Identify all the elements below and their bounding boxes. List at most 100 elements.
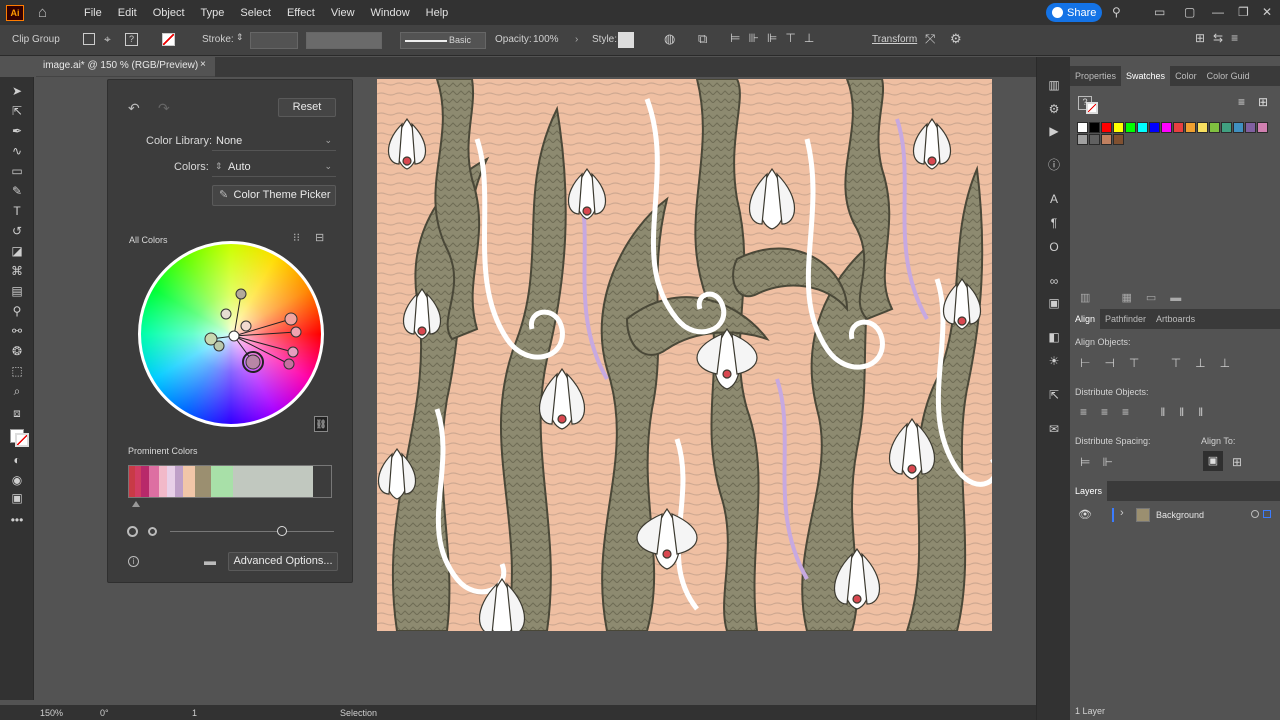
color-theme-picker-button[interactable]: ✎ Color Theme Picker (212, 185, 336, 206)
comments-icon[interactable]: ✉ (1046, 421, 1062, 437)
prominent-color-swatch[interactable] (175, 466, 183, 497)
arrange-documents-icon[interactable]: ▭ (1154, 5, 1165, 19)
stroke-swatch-icon[interactable] (1086, 102, 1098, 114)
character-icon[interactable]: A (1046, 191, 1062, 207)
color-swatch[interactable] (1161, 122, 1172, 133)
selection-tool-icon[interactable]: ➤ (9, 83, 25, 99)
default-colors-icon[interactable]: ⧈ (9, 405, 25, 421)
more-tools-icon[interactable]: ••• (9, 512, 25, 528)
grid-view-icon[interactable]: ⊞ (1258, 95, 1268, 109)
prominent-colors-bar[interactable] (128, 465, 332, 498)
tab-pathfinder[interactable]: Pathfinder (1100, 314, 1151, 324)
info-panel-icon[interactable]: ⓘ (1046, 157, 1062, 173)
menu-help[interactable]: Help (418, 7, 457, 19)
style-swatch[interactable] (618, 32, 634, 48)
fill-none-icon[interactable]: ? (125, 33, 138, 46)
stroke-weight-field[interactable] (250, 32, 298, 49)
document-tab[interactable]: image.ai* @ 150 % (RGB/Preview) × (36, 57, 215, 77)
color-modes-icon[interactable]: ◐ (9, 452, 25, 468)
minimize-icon[interactable]: — (1212, 5, 1224, 19)
distribute-spacing-icons[interactable]: ⊨⊩ (1080, 455, 1125, 469)
list-view-icon[interactable]: ≡ (1238, 95, 1245, 109)
color-swatch[interactable] (1209, 122, 1220, 133)
color-swatch[interactable] (1233, 122, 1244, 133)
colors-dropdown[interactable]: ⇕ Auto ⌄ (212, 159, 336, 177)
rotate-tool-icon[interactable]: ↺ (9, 223, 25, 239)
prominent-color-swatch[interactable] (183, 466, 195, 497)
color-swatch[interactable] (1101, 134, 1112, 145)
tab-layers[interactable]: Layers (1070, 481, 1108, 501)
direct-selection-tool-icon[interactable]: ⇱ (9, 103, 25, 119)
play-action-icon[interactable]: ▶ (1046, 123, 1062, 139)
close-tab-icon[interactable]: × (200, 59, 206, 70)
display-mode-icon[interactable]: ⊟ (315, 231, 324, 244)
color-swatch[interactable] (1245, 122, 1256, 133)
crosshair-icon[interactable]: ⌖ (104, 32, 111, 47)
zoom-level[interactable]: 150% (40, 708, 63, 718)
advanced-options-button[interactable]: Advanced Options... (228, 552, 338, 571)
distribute-objects-icons[interactable]: ≡≡≡ ‖‖‖ (1080, 405, 1217, 419)
expand-layer-icon[interactable]: › (1120, 507, 1124, 519)
menu-effect[interactable]: Effect (279, 7, 323, 19)
align-to-selection-icon[interactable]: ▣ (1203, 451, 1223, 471)
libraries-icon[interactable]: ▥ (1046, 77, 1062, 93)
brightness-slider-track[interactable] (170, 531, 334, 532)
menu-file[interactable]: File (76, 7, 110, 19)
asset-export-icon[interactable]: ▣ (1046, 295, 1062, 311)
artboard-number[interactable]: 1 (192, 708, 197, 718)
tab-properties[interactable]: Properties (1070, 71, 1121, 81)
color-swatch[interactable] (1185, 122, 1196, 133)
color-swatch[interactable] (1101, 122, 1112, 133)
paintbrush-tool-icon[interactable]: ✎ (9, 183, 25, 199)
transform-link[interactable]: Transform (872, 34, 917, 45)
properties-icon[interactable]: ⚙ (1046, 101, 1062, 117)
pen-tool-icon[interactable]: ✒ (9, 123, 25, 139)
color-swatch[interactable] (1113, 134, 1124, 145)
folder-icon[interactable]: ▬ (204, 554, 216, 568)
undo-icon[interactable]: ↶ (128, 100, 140, 117)
color-swatch[interactable] (1257, 122, 1268, 133)
screen-mode-icon[interactable]: ▣ (9, 490, 25, 506)
appearance-icon[interactable]: ☀ (1046, 353, 1062, 369)
rectangle-tool-icon[interactable]: ▭ (9, 163, 25, 179)
menu-view[interactable]: View (323, 7, 363, 19)
color-swatch[interactable] (1137, 122, 1148, 133)
tab-color-guide[interactable]: Color Guid (1202, 71, 1255, 81)
layer-name[interactable]: Background (1156, 510, 1204, 520)
align-to-icon[interactable]: ⧉ (698, 31, 707, 47)
symbol-sprayer-icon[interactable]: ❂ (9, 343, 25, 359)
prominent-color-swatch[interactable] (141, 466, 149, 497)
width-tool-icon[interactable]: ⌘ (9, 263, 25, 279)
curvature-tool-icon[interactable]: ∿ (9, 143, 25, 159)
color-library-dropdown[interactable]: None ⌄ (212, 133, 336, 151)
search-icon[interactable]: ⚲ (1112, 5, 1121, 19)
stroke-swatch[interactable] (15, 433, 29, 447)
quick-actions-icon[interactable]: ⚙ (950, 31, 962, 47)
brightness-slider-handle[interactable] (277, 526, 287, 536)
paragraph-icon[interactable]: ¶ (1046, 215, 1062, 231)
prominent-color-swatch[interactable] (159, 466, 167, 497)
variable-width-field[interactable] (306, 32, 382, 49)
rotation-value[interactable]: 0° (100, 708, 109, 718)
color-wheel[interactable] (138, 241, 324, 427)
prominent-color-swatch[interactable] (233, 466, 313, 497)
selection-indicator-icon[interactable] (1263, 510, 1271, 518)
prominent-color-swatch[interactable] (195, 466, 211, 497)
blend-tool-icon[interactable]: ⚯ (9, 323, 25, 339)
color-swatch[interactable] (1173, 122, 1184, 133)
display-segmented-icon[interactable]: ⁝⁝ (293, 231, 300, 244)
home-icon[interactable]: ⌂ (38, 4, 54, 21)
share-button[interactable]: Share (1046, 3, 1102, 22)
isolate-icon[interactable] (83, 33, 95, 45)
workspace-icon[interactable]: ▢ (1184, 5, 1195, 19)
eyedropper-tool-icon[interactable]: ⚲ (9, 303, 25, 319)
tab-align[interactable]: Align (1070, 309, 1101, 329)
menu-type[interactable]: Type (193, 7, 233, 19)
align-to-artboard-icon[interactable]: ⊞ (1232, 455, 1242, 469)
transparency-icon[interactable]: ◧ (1046, 329, 1062, 345)
links-icon[interactable]: ∞ (1046, 273, 1062, 289)
opentype-icon[interactable]: O (1046, 239, 1062, 255)
opacity-value[interactable]: 100% (533, 34, 559, 45)
color-swatch[interactable] (1089, 134, 1100, 145)
layer-row[interactable]: 👁 › Background (1070, 505, 1280, 525)
